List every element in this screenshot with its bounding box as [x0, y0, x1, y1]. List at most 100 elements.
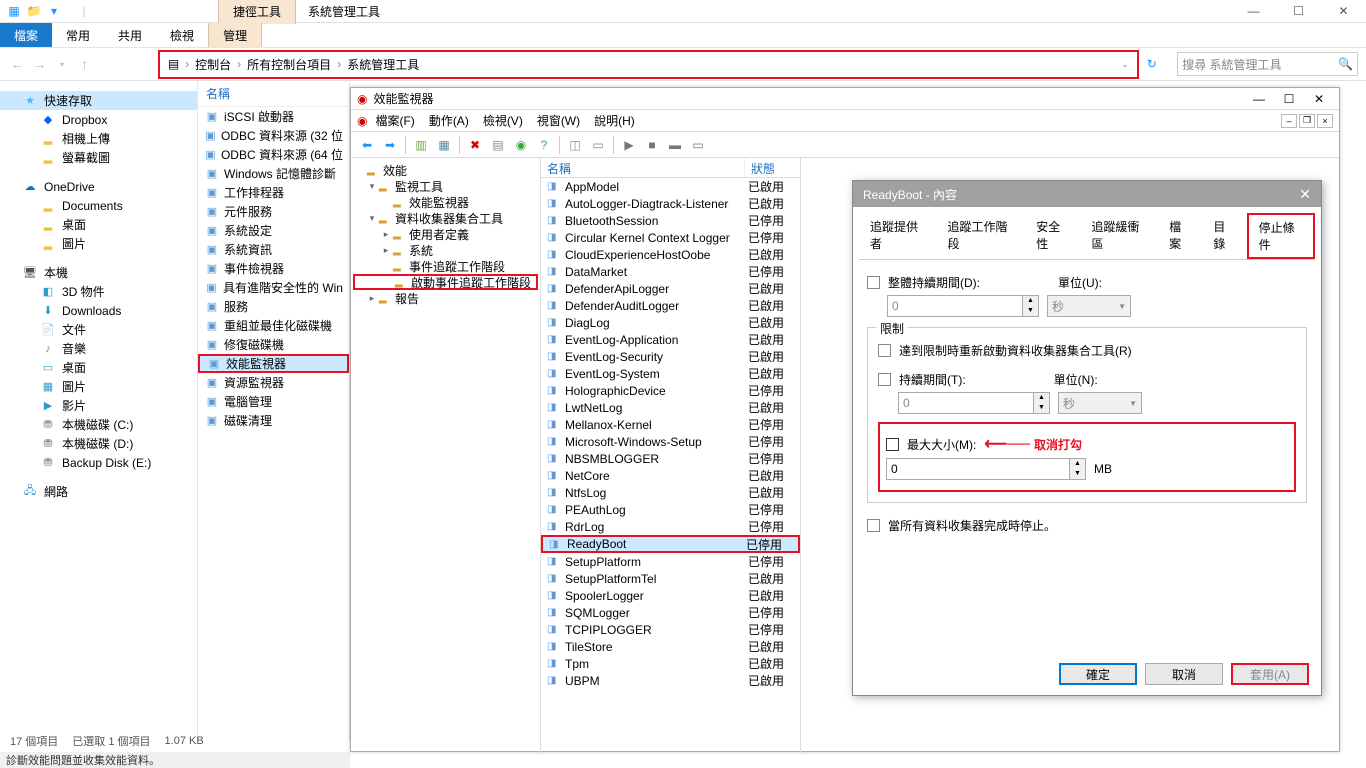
name-column-header[interactable]: 名稱 [198, 81, 349, 107]
refresh-button[interactable]: ◉ [511, 135, 531, 155]
mdi-close[interactable]: × [1317, 114, 1333, 128]
cancel-button[interactable]: 取消 [1145, 663, 1223, 685]
expand-icon[interactable]: ▾ [367, 181, 377, 192]
spin-down[interactable]: ▼ [1033, 403, 1049, 413]
list-row[interactable]: ◨Tpm已啟用 [541, 655, 800, 672]
dialog-tab[interactable]: 停止條件 [1247, 213, 1315, 259]
forward-button[interactable]: → [30, 54, 48, 74]
list-row[interactable]: ◨EventLog-System已啟用 [541, 365, 800, 382]
dialog-tab[interactable]: 安全性 [1025, 213, 1080, 259]
list-row[interactable]: ◨SpoolerLogger已啟用 [541, 587, 800, 604]
export-button[interactable]: ▤ [488, 135, 508, 155]
maximize-button[interactable]: ☐ [1275, 92, 1303, 106]
nav-diske[interactable]: ⛃Backup Disk (E:) [0, 453, 197, 472]
recent-dropdown[interactable]: ▾ [53, 54, 71, 74]
list-row[interactable]: ◨AppModel已啟用 [541, 178, 800, 195]
duration-input[interactable]: 0 ▲▼ [898, 392, 1050, 414]
dialog-tab[interactable]: 目錄 [1202, 213, 1246, 259]
content-item[interactable]: ▣磁碟清理 [198, 411, 349, 430]
overall-duration-checkbox[interactable] [867, 276, 880, 289]
content-item[interactable]: ▣ODBC 資料來源 (64 位 [198, 145, 349, 164]
dialog-tab[interactable]: 追蹤提供者 [859, 213, 937, 259]
nav-documents[interactable]: ▂Documents [0, 196, 197, 215]
file-tab[interactable]: 檔案 [0, 23, 52, 47]
duration-checkbox[interactable] [878, 373, 891, 386]
unit-select-n[interactable]: 秒▼ [1058, 392, 1142, 414]
tree-node[interactable]: ▸▂系統 [353, 242, 538, 258]
forward-button[interactable]: ➡ [380, 135, 400, 155]
share-tab[interactable]: 共用 [104, 23, 156, 47]
nav-desktop[interactable]: ▂桌面 [0, 215, 197, 234]
menu-view[interactable]: 檢視(V) [477, 112, 529, 129]
tree-node[interactable]: ▾▂監視工具 [353, 178, 538, 194]
nav-3d[interactable]: ◧3D 物件 [0, 282, 197, 301]
ok-button[interactable]: 確定 [1059, 663, 1137, 685]
list-row[interactable]: ◨Mellanox-Kernel已停用 [541, 416, 800, 433]
maxsize-checkbox[interactable] [886, 438, 899, 451]
spin-up[interactable]: ▲ [1069, 459, 1085, 469]
stopall-checkbox[interactable] [867, 519, 880, 532]
restart-checkbox[interactable] [878, 344, 891, 357]
spin-down[interactable]: ▼ [1069, 469, 1085, 479]
properties-button[interactable]: ▦ [434, 135, 454, 155]
content-item[interactable]: ▣效能監視器 [198, 354, 349, 373]
list-row[interactable]: ◨DiagLog已啟用 [541, 314, 800, 331]
apply-button[interactable]: 套用(A) [1231, 663, 1309, 685]
tree-node[interactable]: ▂效能 [353, 162, 538, 178]
nav-desktop2[interactable]: ▭桌面 [0, 358, 197, 377]
dialog-tab[interactable]: 追蹤工作階段 [937, 213, 1026, 259]
list-row[interactable]: ◨NetCore已啟用 [541, 467, 800, 484]
maximize-button[interactable]: ☐ [1276, 0, 1321, 23]
tree-node[interactable]: ▸▂使用者定義 [353, 226, 538, 242]
save-button[interactable]: ▬ [665, 135, 685, 155]
tree-node[interactable]: ▂事件追蹤工作階段 [353, 258, 538, 274]
content-item[interactable]: ▣服務 [198, 297, 349, 316]
show-hide-tree-button[interactable]: ▥ [411, 135, 431, 155]
nav-docs[interactable]: 📄文件 [0, 320, 197, 339]
close-button[interactable]: ✕ [1305, 92, 1333, 106]
list-row[interactable]: ◨NtfsLog已啟用 [541, 484, 800, 501]
list-row[interactable]: ◨SQMLogger已停用 [541, 604, 800, 621]
overall-duration-input[interactable]: 0 ▲▼ [887, 295, 1039, 317]
dialog-tab[interactable]: 追蹤緩衝區 [1081, 213, 1159, 259]
dialog-tab[interactable]: 檔案 [1158, 213, 1202, 259]
list-row[interactable]: ◨CloudExperienceHostOobe已啟用 [541, 246, 800, 263]
spin-up[interactable]: ▲ [1022, 296, 1038, 306]
close-button[interactable]: ✕ [1321, 0, 1366, 23]
spin-down[interactable]: ▼ [1022, 306, 1038, 316]
nav-downloads[interactable]: ⬇Downloads [0, 301, 197, 320]
mdi-restore[interactable]: ❐ [1299, 114, 1315, 128]
breadcrumb-root-icon[interactable]: ▤ [168, 57, 179, 71]
back-button[interactable]: ⬅ [357, 135, 377, 155]
content-item[interactable]: ▣iSCSI 啟動器 [198, 107, 349, 126]
breadcrumb-item[interactable]: 所有控制台項目 [247, 56, 331, 73]
nav-network[interactable]: 🖧網路 [0, 482, 197, 501]
content-item[interactable]: ▣系統設定 [198, 221, 349, 240]
content-item[interactable]: ▣電腦管理 [198, 392, 349, 411]
list-row[interactable]: ◨DefenderAuditLogger已啟用 [541, 297, 800, 314]
content-item[interactable]: ▣元件服務 [198, 202, 349, 221]
tree-node[interactable]: ▂啟動事件追蹤工作階段 [353, 274, 538, 290]
tree-node[interactable]: ▸▂報告 [353, 290, 538, 306]
refresh-button[interactable]: ↻ [1147, 57, 1165, 71]
list-row[interactable]: ◨SetupPlatformTel已啟用 [541, 570, 800, 587]
menu-action[interactable]: 動作(A) [423, 112, 475, 129]
dropdown-icon[interactable]: ▾ [46, 3, 62, 19]
minimize-button[interactable]: — [1245, 92, 1273, 106]
menu-help[interactable]: 說明(H) [588, 112, 641, 129]
other-button[interactable]: ▭ [688, 135, 708, 155]
nav-screenshot[interactable]: ▂螢幕截圖 [0, 148, 197, 167]
stop-button[interactable]: ■ [642, 135, 662, 155]
menu-window[interactable]: 視窗(W) [531, 112, 586, 129]
close-button[interactable]: ✕ [1299, 186, 1311, 203]
maxsize-input[interactable]: 0 ▲▼ [886, 458, 1086, 480]
nav-videos[interactable]: ▶影片 [0, 396, 197, 415]
help-button[interactable]: ? [534, 135, 554, 155]
template-button[interactable]: ▭ [588, 135, 608, 155]
content-item[interactable]: ▣重組並最佳化磁碟機 [198, 316, 349, 335]
list-row[interactable]: ◨ReadyBoot已停用 [541, 535, 800, 553]
expand-icon[interactable]: ▸ [367, 293, 377, 304]
nav-pics2[interactable]: ▦圖片 [0, 377, 197, 396]
list-row[interactable]: ◨SetupPlatform已停用 [541, 553, 800, 570]
content-item[interactable]: ▣工作排程器 [198, 183, 349, 202]
